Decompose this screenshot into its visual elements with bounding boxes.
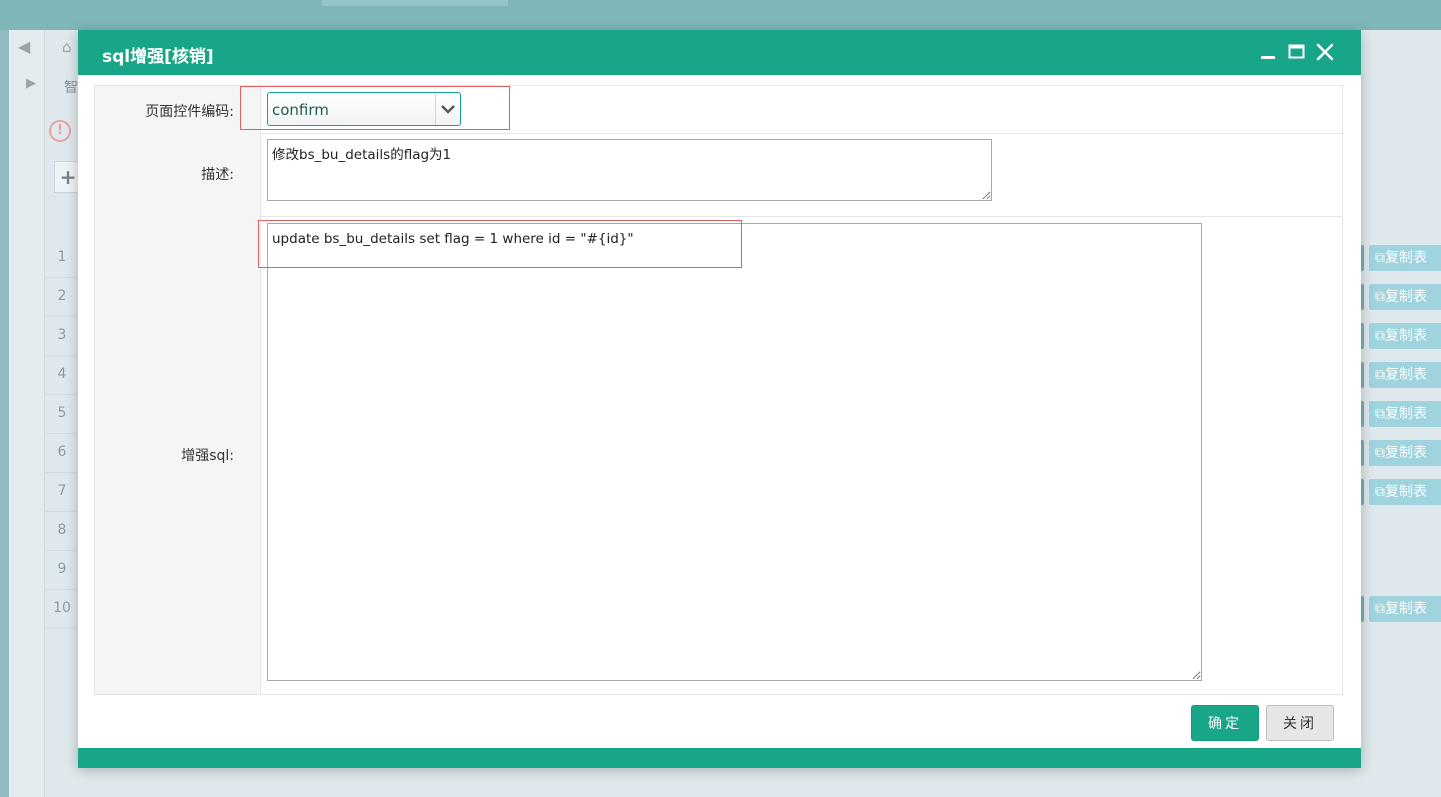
form-row-sql: 增强sql: update bs_bu_details set flag = 1…	[95, 216, 1342, 694]
copy-icon: ⧉	[1375, 445, 1385, 461]
bg-left-rail	[9, 30, 45, 797]
dialog-header[interactable]: sql增强[核销]	[78, 30, 1361, 75]
table-row-number: 10	[44, 589, 80, 629]
copy-icon: ⧉	[1375, 601, 1385, 617]
expand-right-icon[interactable]: ▶	[26, 76, 36, 91]
copy-icon: ⧉	[1375, 289, 1385, 305]
sql-enhance-dialog: sql增强[核销] 页面控件编码: confirm 描述: 修改bs_bu_de…	[78, 30, 1361, 768]
bg-top-bar	[0, 0, 1441, 30]
table-row-number: 2	[44, 277, 80, 317]
sql-textarea[interactable]: update bs_bu_details set flag = 1 where …	[267, 223, 1202, 681]
copy-table-button[interactable]: ⧉复制表	[1369, 479, 1441, 505]
warning-icon: !	[49, 120, 71, 142]
close-icon[interactable]	[1314, 41, 1336, 63]
description-textarea[interactable]: 修改bs_bu_details的flag为1	[267, 139, 992, 201]
table-row-number: 9	[44, 550, 80, 590]
copy-icon: ⧉	[1375, 250, 1385, 266]
control-code-select[interactable]: confirm	[267, 92, 461, 126]
table-row-number: 7	[44, 472, 80, 512]
minimize-icon[interactable]	[1258, 41, 1280, 63]
copy-table-button[interactable]: ⧉复制表	[1369, 362, 1441, 388]
table-row-number: 6	[44, 433, 80, 473]
close-button[interactable]: 关闭	[1266, 705, 1334, 741]
copy-table-button[interactable]: ⧉复制表	[1369, 596, 1441, 622]
table-row-number: 8	[44, 511, 80, 551]
dialog-footer-bar	[78, 748, 1361, 768]
sql-label: 增强sql:	[181, 448, 234, 464]
collapse-left-icon[interactable]: ◀	[18, 37, 30, 56]
table-row-number: 1	[44, 238, 80, 278]
home-icon[interactable]: ⌂	[62, 38, 72, 56]
confirm-button[interactable]: 确定	[1191, 705, 1259, 741]
copy-table-button[interactable]: ⧉复制表	[1369, 323, 1441, 349]
copy-table-button[interactable]: ⧉复制表	[1369, 401, 1441, 427]
description-label: 描述:	[201, 167, 234, 183]
control-code-value: confirm	[272, 101, 329, 119]
table-row-number: 5	[44, 394, 80, 434]
table-row-number: 3	[44, 316, 80, 356]
form-row-description: 描述: 修改bs_bu_details的flag为1	[95, 133, 1342, 217]
bg-tab-fragment: 智	[64, 80, 78, 96]
copy-icon: ⧉	[1375, 367, 1385, 383]
form-row-control-code: 页面控件编码: confirm	[95, 86, 1342, 134]
copy-icon: ⧉	[1375, 406, 1385, 422]
table-row-number: 4	[44, 355, 80, 395]
copy-icon: ⧉	[1375, 484, 1385, 500]
copy-table-button[interactable]: ⧉复制表	[1369, 284, 1441, 310]
dialog-form: 页面控件编码: confirm 描述: 修改bs_bu_details的flag…	[94, 85, 1343, 695]
control-code-label: 页面控件编码:	[145, 104, 234, 120]
copy-table-button[interactable]: ⧉复制表	[1369, 440, 1441, 466]
copy-icon: ⧉	[1375, 328, 1385, 344]
copy-table-button[interactable]: ⧉复制表	[1369, 245, 1441, 271]
dialog-title: sql增强[核销]	[102, 47, 214, 67]
maximize-icon[interactable]	[1286, 41, 1308, 63]
chevron-down-icon[interactable]	[435, 93, 460, 125]
